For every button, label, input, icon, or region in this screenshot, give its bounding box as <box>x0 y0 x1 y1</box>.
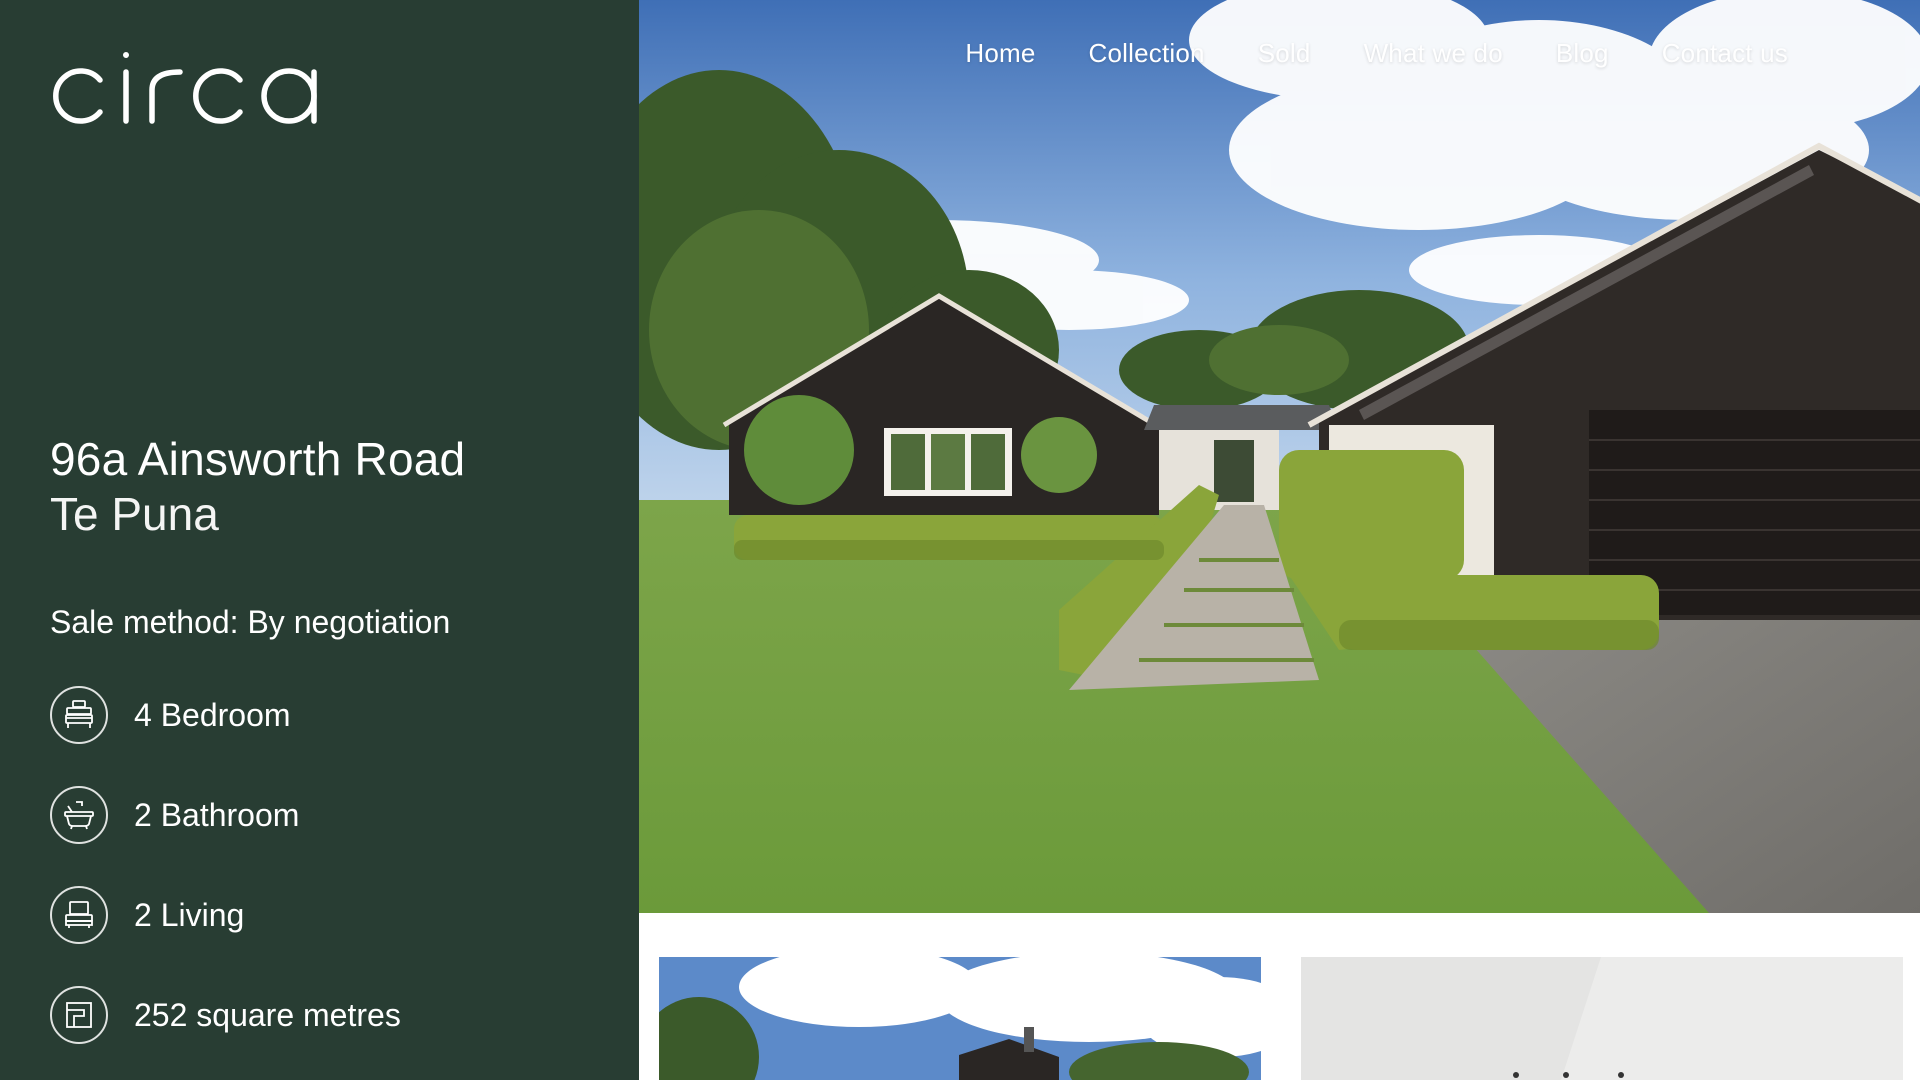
feature-floor-area: 252 square metres <box>50 984 401 1046</box>
hero-photo[interactable]: Home Collection Sold What we do Blog Con… <box>639 0 1920 913</box>
gallery-photo-interior[interactable] <box>1301 957 1903 1080</box>
feature-label: 2 Bathroom <box>134 797 300 833</box>
bath-icon <box>50 786 108 844</box>
sofa-icon <box>50 886 108 944</box>
nav-what-we-do[interactable]: What we do <box>1364 36 1503 70</box>
gallery-photo-exterior[interactable] <box>659 957 1261 1080</box>
feature-bathrooms: 2 Bathroom <box>50 784 401 846</box>
feature-label: 2 Living <box>134 897 245 933</box>
property-sidebar: 96a Ainsworth Road Te Puna Sale method: … <box>0 0 639 1080</box>
nav-contact-us[interactable]: Contact us <box>1662 36 1788 70</box>
suburb: Te Puna <box>50 488 219 540</box>
sale-method: Sale method: By negotiation <box>50 604 451 640</box>
nav-blog[interactable]: Blog <box>1556 36 1609 70</box>
feature-label: 4 Bedroom <box>134 697 291 733</box>
nav-home[interactable]: Home <box>965 36 1035 70</box>
nav-sold[interactable]: Sold <box>1258 36 1311 70</box>
feature-bedrooms: 4 Bedroom <box>50 684 401 746</box>
bed-icon <box>50 686 108 744</box>
floorplan-icon <box>50 986 108 1044</box>
feature-living: 2 Living <box>50 884 401 946</box>
property-address: 96a Ainsworth Road Te Puna <box>50 432 465 542</box>
feature-label: 252 square metres <box>134 997 401 1033</box>
nav-collection[interactable]: Collection <box>1089 36 1205 70</box>
circa-logo[interactable] <box>48 50 320 125</box>
address-line: 96a Ainsworth Road <box>50 433 466 485</box>
main-nav: Home Collection Sold What we do Blog Con… <box>912 36 1788 70</box>
feature-list: 4 Bedroom 2 Bathroom 2 Living 252 square… <box>50 684 401 1084</box>
